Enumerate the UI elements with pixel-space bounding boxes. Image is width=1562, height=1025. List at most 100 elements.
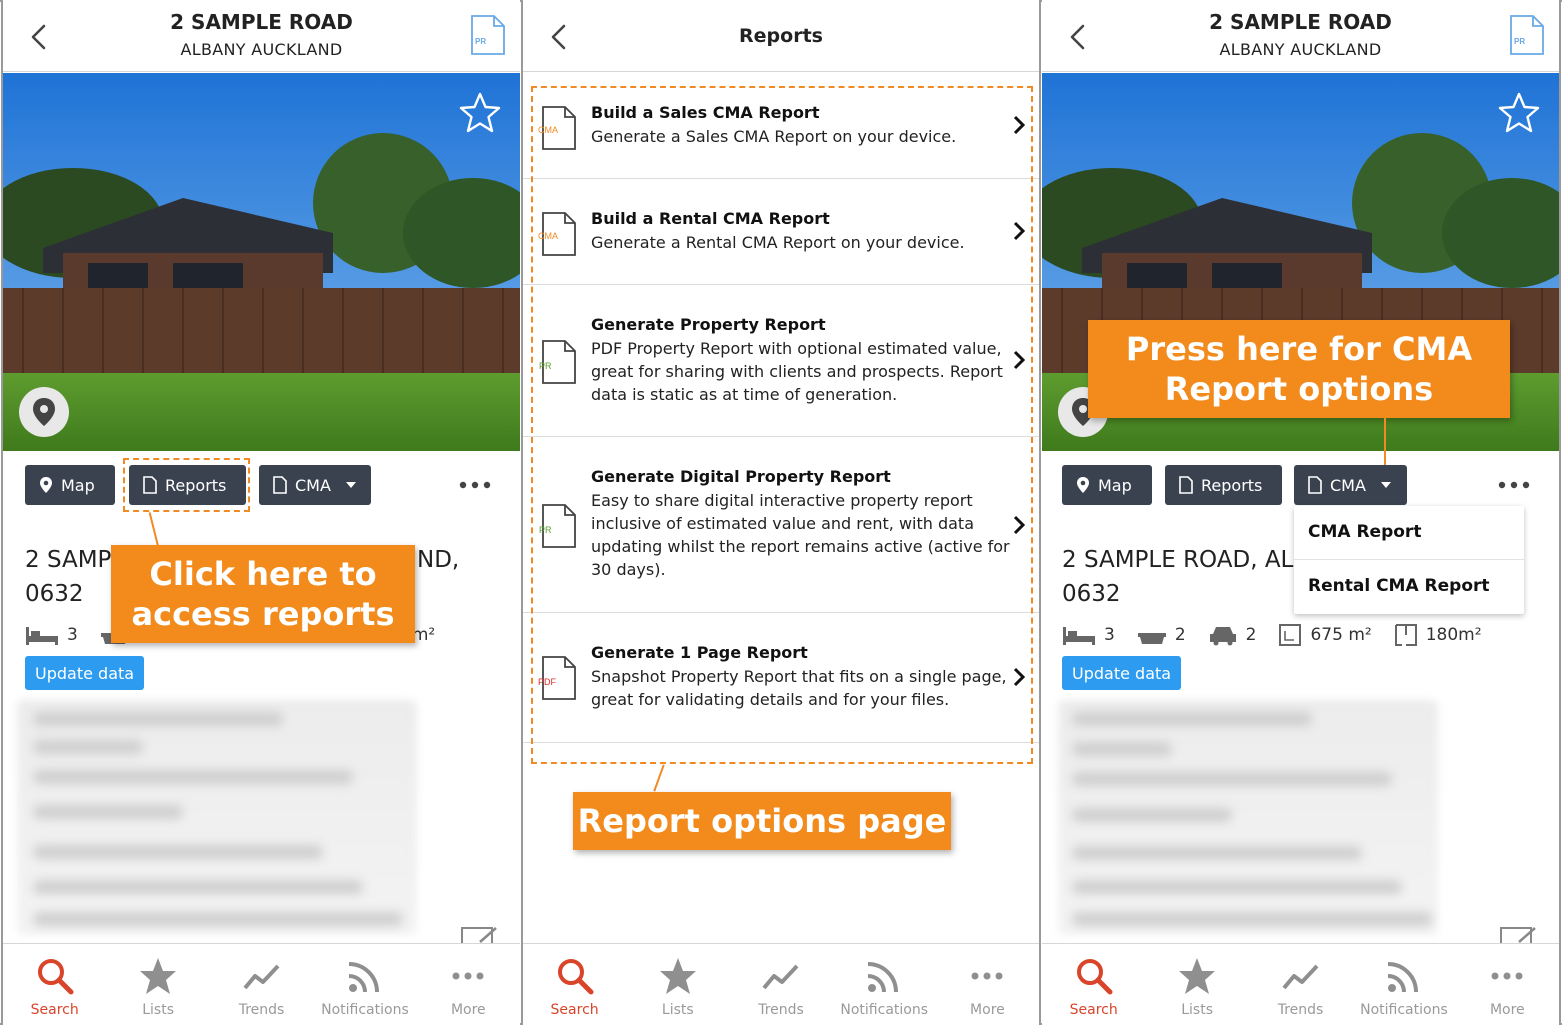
tab-label: Search — [550, 1002, 599, 1018]
map-pin-icon — [33, 398, 55, 426]
bedrooms-count: 3 — [67, 625, 78, 645]
tab-more[interactable]: More — [936, 944, 1039, 1025]
rental-cma-report-option[interactable]: Rental CMA Report — [1308, 576, 1490, 596]
bedrooms-feature: 3 — [1062, 624, 1115, 646]
bed-icon — [26, 627, 58, 645]
address-postcode: 0632 — [1062, 581, 1121, 607]
caret-down-icon — [345, 482, 356, 488]
reports-button[interactable]: Reports — [1165, 465, 1282, 505]
tab-more[interactable]: More — [1456, 944, 1559, 1025]
more-options-icon[interactable] — [458, 473, 492, 497]
carparks-feature: 2 — [1208, 624, 1256, 646]
tab-label: Notifications — [840, 1002, 929, 1018]
edit-notes-icon[interactable] — [460, 922, 500, 944]
location-pin-button[interactable] — [19, 387, 69, 437]
tab-label: Search — [1069, 1002, 1118, 1018]
tab-notifications[interactable]: Notifications — [1352, 944, 1455, 1025]
address-line1-tail: ND, — [417, 547, 460, 573]
cma-button[interactable]: CMA — [259, 465, 371, 505]
cma-button-label: CMA — [1330, 475, 1366, 495]
cma-callout-text: Press here for CMA Report options — [1125, 330, 1473, 408]
tab-label: Trends — [1277, 1002, 1324, 1018]
reports-highlight-box — [123, 458, 250, 512]
update-data-button[interactable]: Update data — [1062, 656, 1182, 690]
bathrooms-feature: 2 — [1137, 624, 1186, 646]
rss-icon — [1387, 962, 1418, 993]
tab-trends[interactable]: Trends — [729, 944, 832, 1025]
property-subtitle: ALBANY AUCKLAND — [180, 40, 343, 59]
map-button[interactable]: Map — [25, 465, 115, 505]
tab-more[interactable]: More — [417, 944, 520, 1025]
tab-label: Notifications — [321, 1002, 409, 1018]
star-icon — [659, 958, 696, 994]
property-address: 2 SAMPLE ROAD, ALE 0632 — [1062, 543, 1308, 611]
property-report-icon[interactable]: PR — [1509, 14, 1545, 56]
property-title: 2 SAMPLE ROAD — [170, 10, 353, 34]
tab-trends[interactable]: Trends — [210, 944, 313, 1025]
address-line1: 2 SAMP — [25, 547, 112, 573]
map-button-label: Map — [61, 475, 95, 495]
property-report-icon[interactable]: PR — [470, 14, 506, 56]
report-options-highlight-box — [531, 86, 1033, 764]
bottom-tabbar: Search Lists Trends Notifications More — [3, 943, 520, 1025]
favourite-star-icon[interactable] — [1497, 91, 1541, 135]
update-data-button[interactable]: Update data — [25, 656, 145, 690]
property-address: 2 SAMP ND, 0632 — [25, 543, 459, 611]
document-icon — [273, 476, 287, 494]
star-icon — [1179, 958, 1216, 994]
property-subtitle: ALBANY AUCKLAND — [1219, 40, 1382, 59]
doc-tag: PR — [475, 37, 486, 46]
edit-notes-icon[interactable] — [1499, 922, 1539, 944]
cma-button-label: CMA — [295, 475, 331, 495]
floor-area-feature: 180m² — [1394, 623, 1482, 647]
cma-dropdown-menu: CMA Report Rental CMA Report — [1294, 506, 1524, 614]
tab-label: More — [1489, 1002, 1525, 1018]
cma-callout: Press here for CMA Report options — [1088, 320, 1510, 418]
star-icon — [140, 958, 177, 994]
cma-button[interactable]: CMA — [1294, 465, 1407, 505]
tab-label: Lists — [661, 1002, 694, 1018]
address-line1: 2 SAMPLE ROAD, ALE — [1062, 547, 1308, 573]
tab-label: Trends — [758, 1002, 804, 1018]
cma-report-option[interactable]: CMA Report — [1308, 522, 1421, 542]
house-photo — [3, 73, 520, 451]
tab-label: Lists — [1181, 1002, 1213, 1018]
more-options-icon[interactable] — [1497, 473, 1531, 497]
tab-lists[interactable]: Lists — [626, 944, 729, 1025]
tab-search[interactable]: Search — [523, 944, 626, 1025]
tab-label: Notifications — [1360, 1002, 1448, 1018]
favourite-star-icon[interactable] — [458, 91, 502, 135]
reports-button-label: Reports — [1201, 475, 1263, 495]
bathrooms-count: 2 — [1174, 625, 1186, 645]
reports-header: Reports — [523, 0, 1039, 72]
more-icon — [452, 972, 484, 980]
bedrooms-feature: 3 — [25, 624, 78, 646]
trends-icon — [242, 964, 279, 990]
tab-trends[interactable]: Trends — [1249, 944, 1352, 1025]
reports-panel-middle: Reports CMA Build a Sales CMA Report Gen… — [521, 0, 1041, 1025]
caret-down-icon — [1380, 482, 1391, 488]
tab-label: Lists — [142, 1002, 174, 1018]
more-icon — [1491, 972, 1523, 980]
land-area-icon — [1279, 624, 1302, 646]
tab-search[interactable]: Search — [1042, 944, 1145, 1025]
property-panel-right: 2 SAMPLE ROAD ALBANY AUCKLAND PR Press h… — [1042, 0, 1561, 1025]
trends-icon — [1281, 964, 1318, 990]
tab-notifications[interactable]: Notifications — [313, 944, 416, 1025]
bedrooms-count: 3 — [1104, 625, 1115, 645]
property-photo[interactable] — [3, 73, 520, 451]
map-button[interactable]: Map — [1062, 465, 1152, 505]
tab-notifications[interactable]: Notifications — [833, 944, 936, 1025]
tab-lists[interactable]: Lists — [106, 944, 209, 1025]
reports-page-title: Reports — [739, 25, 823, 47]
tab-lists[interactable]: Lists — [1145, 944, 1248, 1025]
doc-tag: PR — [1514, 37, 1525, 46]
tab-search[interactable]: Search — [3, 944, 106, 1025]
document-icon — [1179, 476, 1193, 494]
map-pin-icon — [1077, 477, 1089, 493]
property-header: 2 SAMPLE ROAD ALBANY AUCKLAND PR — [1042, 0, 1559, 72]
land-area-feature: 675 m² — [1278, 623, 1372, 647]
bed-icon — [1063, 627, 1095, 645]
callout-connector — [1384, 418, 1386, 468]
floor-area-value: 180m² — [1425, 625, 1482, 645]
